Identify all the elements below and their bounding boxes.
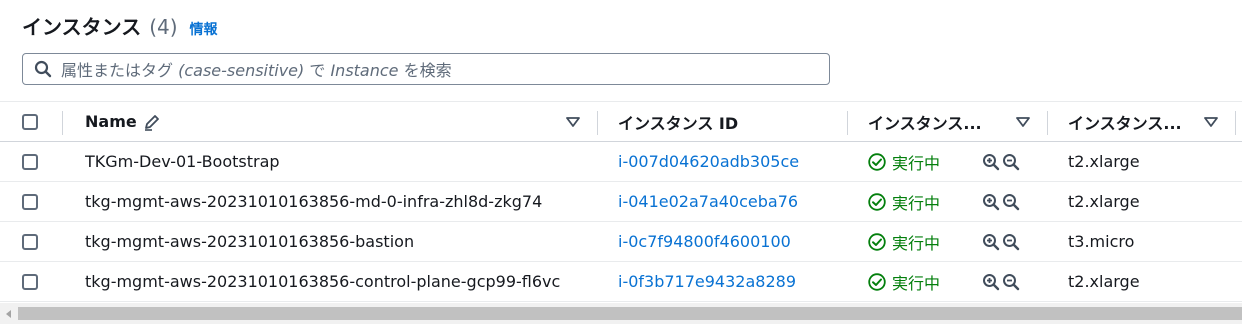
state-zoom-controls [982, 193, 1020, 211]
instance-id-link[interactable]: i-0c7f94800f4600100 [618, 222, 838, 261]
check-circle-icon [868, 192, 886, 211]
instances-table: Name インスタンス ID インスタンス... インスタンス... TKGm-… [0, 101, 1242, 302]
row-select-cell [22, 142, 40, 181]
select-all-cell [22, 102, 40, 141]
info-link[interactable]: 情報 [190, 19, 218, 39]
instance-id-link[interactable]: i-041e02a7a40ceba76 [618, 182, 838, 221]
instance-state: 実行中 [892, 273, 941, 293]
instance-type: t2.xlarge [1068, 152, 1140, 171]
horizontal-scrollbar[interactable] [0, 303, 1242, 324]
column-separator [847, 111, 848, 135]
instance-state-cell: 実行中 [868, 262, 1048, 301]
zoom-in-icon[interactable] [982, 273, 1000, 291]
column-header-instance-state[interactable]: インスタンス... [868, 102, 998, 141]
state-zoom-controls [982, 233, 1020, 251]
column-header-name[interactable]: Name [85, 102, 585, 141]
zoom-in-icon[interactable] [982, 153, 1000, 171]
scrollbar-thumb[interactable] [18, 307, 1242, 320]
column-separator [1047, 111, 1048, 135]
row-select-cell [22, 182, 40, 221]
instance-count: (4) [149, 15, 178, 39]
column-separator [62, 111, 63, 135]
check-circle-icon [868, 152, 886, 171]
instance-name: tkg-mgmt-aws-20231010163856-control-plan… [85, 272, 561, 291]
instance-id-link[interactable]: i-0f3b717e9432a8289 [618, 262, 838, 301]
caret-down-icon[interactable] [1016, 102, 1030, 141]
instance-id-link[interactable]: i-007d04620adb305ce [618, 142, 838, 181]
check-circle-icon [868, 272, 886, 291]
table-header-row: Name インスタンス ID インスタンス... インスタンス... [0, 101, 1242, 142]
instance-state-cell: 実行中 [868, 222, 1048, 261]
instance-state-cell: 実行中 [868, 182, 1048, 221]
zoom-out-icon[interactable] [1002, 193, 1020, 211]
column-separator [597, 111, 598, 135]
scroll-left-arrow-icon[interactable] [0, 303, 18, 324]
zoom-out-icon[interactable] [1002, 233, 1020, 251]
caret-down-icon[interactable] [1204, 102, 1218, 141]
state-zoom-controls [982, 153, 1020, 171]
instance-state: 実行中 [892, 233, 941, 253]
table-row[interactable]: TKGm-Dev-01-Bootstrap i-007d04620adb305c… [0, 142, 1242, 182]
zoom-out-icon[interactable] [1002, 153, 1020, 171]
row-checkbox[interactable] [22, 273, 38, 290]
column-header-instance-type[interactable]: インスタンス... [1068, 102, 1198, 141]
instance-state: 実行中 [892, 153, 941, 173]
instance-type: t3.micro [1068, 232, 1135, 251]
row-select-cell [22, 222, 40, 261]
instance-state-cell: 実行中 [868, 142, 1048, 181]
search-input[interactable]: 属性またはタグ (case-sensitive) で Instance を検索 [22, 53, 830, 85]
select-all-checkbox[interactable] [22, 113, 38, 130]
search-placeholder: 属性またはタグ (case-sensitive) で Instance を検索 [61, 61, 452, 80]
table-row[interactable]: tkg-mgmt-aws-20231010163856-md-0-infra-z… [0, 182, 1242, 222]
instance-state: 実行中 [892, 193, 941, 213]
pencil-icon [143, 113, 161, 131]
instance-type: t2.xlarge [1068, 192, 1140, 211]
row-checkbox[interactable] [22, 193, 38, 210]
column-name-label: Name [85, 112, 137, 131]
table-row[interactable]: tkg-mgmt-aws-20231010163856-bastion i-0c… [0, 222, 1242, 262]
row-select-cell [22, 262, 40, 301]
state-zoom-controls [982, 273, 1020, 291]
column-header-instance-id[interactable]: インスタンス ID [618, 102, 838, 141]
page-title: インスタンス [22, 15, 142, 39]
table-row[interactable]: tkg-mgmt-aws-20231010163856-control-plan… [0, 262, 1242, 302]
instance-name: tkg-mgmt-aws-20231010163856-bastion [85, 232, 415, 251]
search-icon [33, 59, 53, 79]
instance-type: t2.xlarge [1068, 272, 1140, 291]
check-circle-icon [868, 232, 886, 251]
instance-name: tkg-mgmt-aws-20231010163856-md-0-infra-z… [85, 192, 543, 211]
zoom-out-icon[interactable] [1002, 273, 1020, 291]
instance-name: TKGm-Dev-01-Bootstrap [85, 152, 280, 171]
row-checkbox[interactable] [22, 153, 38, 170]
column-separator [1235, 111, 1236, 135]
caret-down-icon[interactable] [566, 102, 580, 141]
zoom-in-icon[interactable] [982, 233, 1000, 251]
row-checkbox[interactable] [22, 233, 38, 250]
page-header: インスタンス (4) 情報 [22, 11, 218, 41]
zoom-in-icon[interactable] [982, 193, 1000, 211]
